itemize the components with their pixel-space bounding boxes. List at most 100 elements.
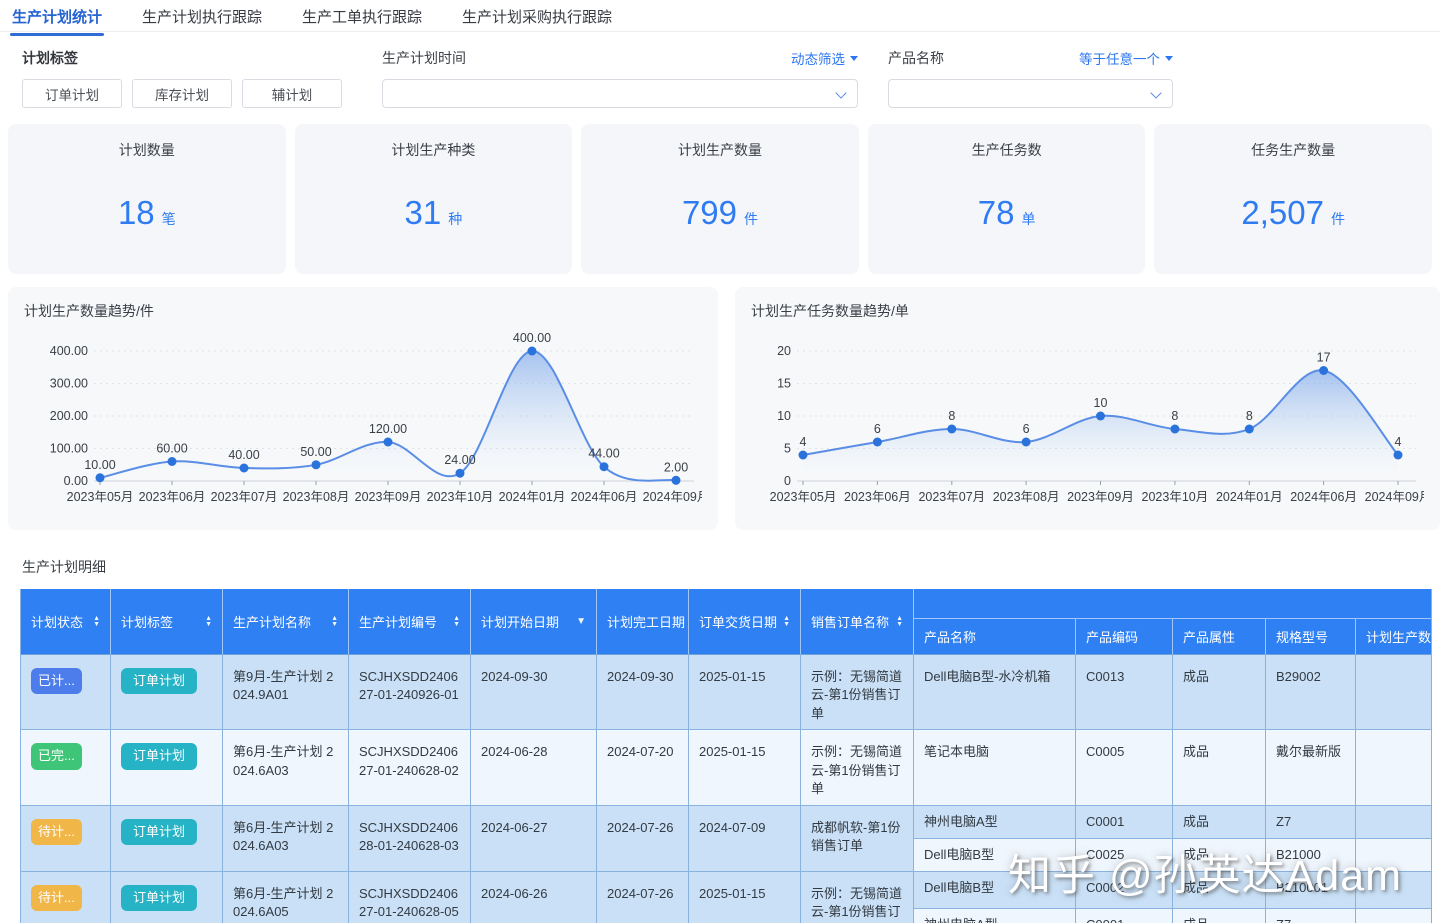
plan-qty-trend-card: 计划生产数量趋势/件 0.00 100.00 200.00 300.00 400.00 2…: [8, 287, 718, 530]
svg-text:200.00: 200.00: [50, 409, 88, 423]
col-start-date[interactable]: 计划开始日期: [471, 589, 597, 655]
svg-text:8: 8: [1246, 409, 1253, 423]
product-code-cell: C0013: [1076, 655, 1173, 731]
stat-title: 生产任务数: [971, 142, 1042, 158]
svg-text:2023年08月: 2023年08月: [993, 490, 1060, 504]
equals-any-link[interactable]: 等于任意一个: [1079, 48, 1173, 68]
stock-plan-button[interactable]: 库存计划: [132, 79, 232, 108]
col-finish-date[interactable]: 计划完工日期: [597, 589, 689, 655]
col-plan-tag[interactable]: 计划标签: [111, 589, 223, 655]
plan-task-trend-chart: 0 5 10 15 20 2023年05月 2023年06月 2023年07月 2023年08月…: [751, 323, 1424, 521]
stat-value: 799: [681, 194, 738, 231]
svg-text:2023年06月: 2023年06月: [139, 490, 206, 504]
watermark: 知乎 @孙英达Adam: [1008, 852, 1402, 900]
chart-title: 计划生产数量趋势/件: [24, 303, 154, 319]
plan-qty-trend-chart: 0.00 100.00 200.00 300.00 400.00 2023年05月 2023…: [24, 323, 702, 521]
col-plan-status[interactable]: 计划状态: [21, 589, 111, 655]
start-date-cell: 2024-06-26: [471, 871, 597, 923]
order-plan-button[interactable]: 订单计划: [22, 79, 122, 108]
product-attr-cell: 成品: [1173, 730, 1266, 806]
svg-text:2023年10月: 2023年10月: [427, 490, 494, 504]
svg-text:6: 6: [874, 422, 881, 436]
filter-bar: 计划标签 订单计划 库存计划 辅计划 生产计划时间 动态筛选 产品名称 等于任意…: [22, 48, 1440, 108]
plan-name-cell: 第6月-生产计划 2024.6A05: [223, 871, 349, 923]
plan-name-cell: 第9月-生产计划 2024.9A01: [223, 655, 349, 731]
planned-qty-cell: [1356, 730, 1431, 806]
finish-date-cell: 2024-07-26: [597, 805, 689, 872]
plan-tag-cell: 订单计划: [111, 805, 223, 872]
plan-name-cell: 第6月-生产计划 2024.6A03: [223, 730, 349, 806]
svg-text:4: 4: [800, 435, 807, 449]
planned-qty-cell: [1356, 655, 1431, 731]
stat-card-plan-production-qty: 计划生产数量 799 件: [581, 124, 859, 274]
col-delivery-date[interactable]: 订单交货日期: [689, 589, 801, 655]
svg-text:300.00: 300.00: [50, 377, 88, 391]
svg-text:5: 5: [784, 442, 791, 456]
svg-text:6: 6: [1023, 422, 1030, 436]
col-sales-order[interactable]: 销售订单名称: [801, 589, 914, 655]
tab-production-plan-stats[interactable]: 生产计划统计: [10, 0, 105, 36]
col-planned-qty[interactable]: 计划生产数量: [1356, 619, 1431, 655]
product-attr-cell: 成品: [1173, 805, 1266, 839]
col-product-code[interactable]: 产品编码: [1076, 619, 1173, 655]
col-plan-name[interactable]: 生产计划名称: [223, 589, 349, 655]
planned-qty-cell: [1356, 909, 1431, 923]
tab-plan-execution-tracking[interactable]: 生产计划执行跟踪: [140, 0, 264, 35]
stat-card-plan-count: 计划数量 18 笔: [8, 124, 286, 274]
aux-plan-button[interactable]: 辅计划: [242, 79, 342, 108]
tab-work-order-tracking[interactable]: 生产工单执行跟踪: [300, 0, 424, 35]
stat-title: 计划生产数量: [677, 142, 762, 158]
svg-text:2023年09月: 2023年09月: [1067, 490, 1134, 504]
table-title: 生产计划明细: [22, 559, 106, 575]
plan-tag-cell: 订单计划: [111, 730, 223, 806]
product-name-cell: 笔记本电脑: [914, 730, 1076, 806]
spec-model-cell: B29002: [1266, 655, 1356, 731]
product-name-cell: 神州电脑A型: [914, 909, 1076, 923]
delivery-date-cell: 2024-07-09: [689, 805, 801, 872]
svg-text:20: 20: [777, 344, 791, 358]
stat-value: 31: [404, 194, 442, 231]
svg-text:2024年01月: 2024年01月: [1216, 490, 1283, 504]
plan-time-select[interactable]: [382, 79, 858, 108]
status-badge: 待计...: [31, 884, 82, 912]
col-spec-model[interactable]: 规格型号: [1266, 619, 1356, 655]
stat-value: 18: [117, 194, 155, 231]
sort-icon: [93, 616, 100, 627]
chevron-down-icon: [835, 87, 847, 99]
plan-tag-filter-group: 计划标签 订单计划 库存计划 辅计划: [22, 48, 352, 108]
plan-tag-cell: 订单计划: [111, 871, 223, 923]
col-plan-code[interactable]: 生产计划编号: [349, 589, 471, 655]
stat-unit: 单: [1021, 211, 1036, 227]
start-date-cell: 2024-06-27: [471, 805, 597, 872]
planned-qty-cell: [1356, 805, 1431, 839]
caret-down-icon: [850, 55, 858, 61]
product-name-select[interactable]: [888, 79, 1173, 108]
stat-title: 计划数量: [118, 142, 175, 158]
svg-text:10: 10: [1094, 396, 1108, 410]
col-product-name[interactable]: 产品名称: [914, 619, 1076, 655]
plan-code-cell: SCJHXSDD240628-01-240628-03: [349, 805, 471, 872]
stat-value: 78: [977, 194, 1015, 231]
delivery-date-cell: 2025-01-15: [689, 730, 801, 806]
tab-plan-purchase-tracking[interactable]: 生产计划采购执行跟踪: [460, 0, 614, 35]
svg-text:2024年09月: 2024年09月: [1365, 490, 1424, 504]
delivery-date-cell: 2025-01-15: [689, 871, 801, 923]
stat-unit: 件: [1330, 211, 1345, 227]
plan-tag-badge: 订单计划: [121, 818, 198, 846]
plan-status-cell: 已完...: [21, 730, 111, 806]
plan-time-label: 生产计划时间: [382, 50, 466, 66]
svg-text:2024年06月: 2024年06月: [571, 490, 638, 504]
table-row: 已完... 订单计划 第6月-生产计划 2024.6A03 SCJHXSDD24062…: [21, 730, 1431, 806]
svg-text:40.00: 40.00: [228, 448, 259, 462]
svg-text:60.00: 60.00: [156, 442, 187, 456]
sort-icon: [205, 616, 212, 627]
dynamic-filter-link[interactable]: 动态筛选: [791, 48, 858, 68]
start-date-cell: 2024-09-30: [471, 655, 597, 731]
svg-text:120.00: 120.00: [369, 422, 407, 436]
stat-card-task-production-qty: 任务生产数量 2,507 件: [1154, 124, 1432, 274]
plan-tag-badge: 订单计划: [121, 668, 198, 695]
col-product-attr[interactable]: 产品属性: [1173, 619, 1266, 655]
svg-text:2023年05月: 2023年05月: [67, 490, 134, 504]
svg-text:2023年09月: 2023年09月: [355, 490, 422, 504]
plan-time-filter-group: 生产计划时间 动态筛选: [382, 48, 858, 108]
